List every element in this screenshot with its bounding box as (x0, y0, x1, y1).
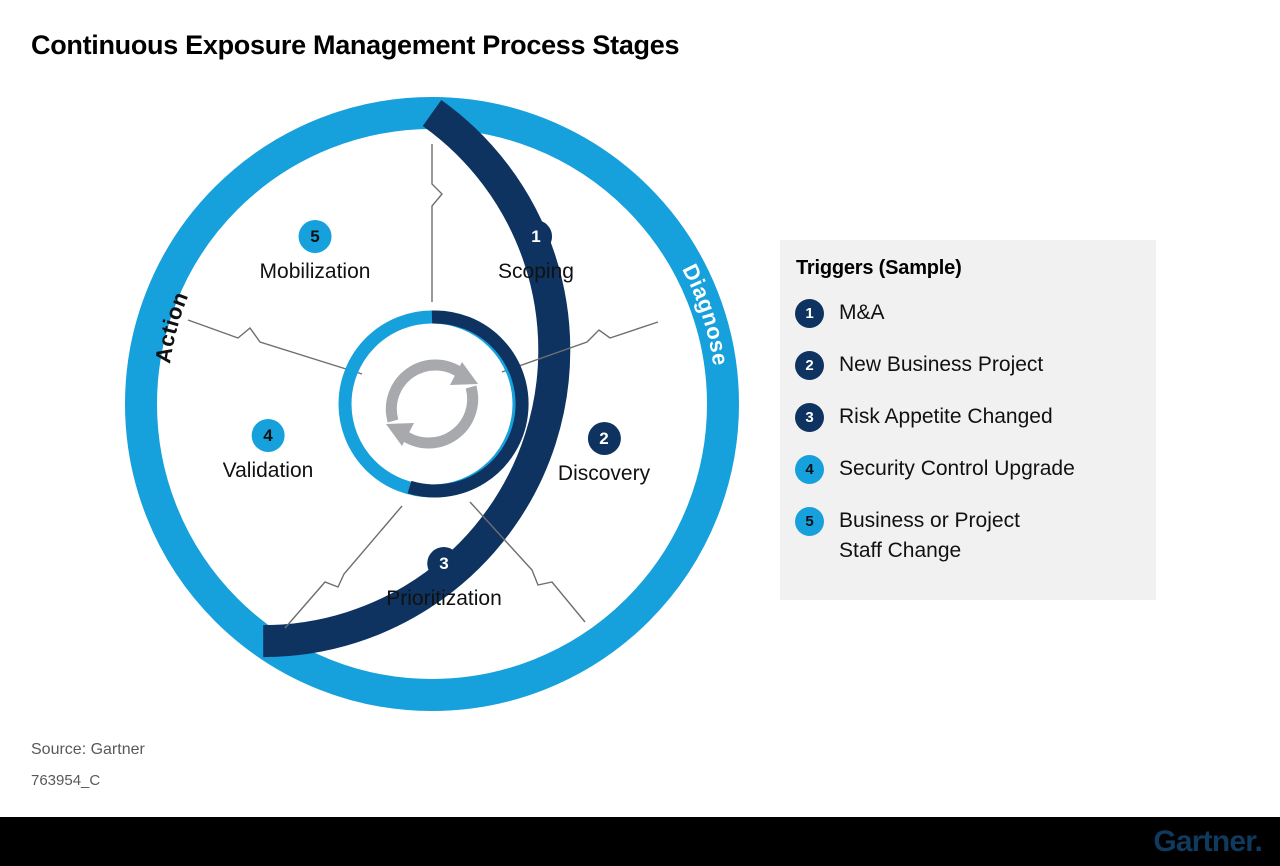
list-item[interactable]: 4 Security Control Upgrade (795, 454, 1146, 484)
list-item[interactable]: 3 Risk Appetite Changed (795, 402, 1146, 432)
legend-item-label: Risk Appetite Changed (839, 405, 1053, 428)
stage-label-mobilization: Mobilization (259, 260, 371, 283)
stage-badge-2: 2 (587, 422, 621, 455)
stage-label-scoping: Scoping (498, 260, 574, 283)
refresh-cycle-icon (385, 359, 479, 449)
legend-badge-2: 2 (795, 351, 824, 380)
legend-list: 1 M&A 2 New Business Project 3 Risk Appe… (795, 298, 1146, 588)
stage-node-discovery[interactable]: 2 Discovery (558, 422, 650, 484)
source-attribution: Source: Gartner (31, 741, 145, 758)
stage-badge-3: 3 (427, 547, 461, 580)
source-code: 763954_C (31, 771, 101, 789)
legend-badge-5: 5 (795, 507, 824, 536)
stage-label-discovery: Discovery (557, 462, 651, 485)
diagram-canvas: Diagnose Action (125, 97, 739, 711)
legend-badge-1: 1 (795, 299, 824, 328)
stage-node-mobilization[interactable]: 5 Mobilization (259, 220, 371, 283)
gartner-logo: Gartner. (1153, 825, 1262, 858)
legend-item-label: M&A (839, 301, 885, 324)
stage-badge-5: 5 (298, 220, 332, 253)
list-item[interactable]: 5 Business or Project Staff Change (795, 506, 1146, 566)
source-block: Source: Gartner 763954_C (31, 738, 145, 792)
legend-item-label: Security Control Upgrade (839, 457, 1075, 480)
footer-bar: Gartner. (0, 817, 1280, 866)
stage-node-validation[interactable]: 4 Validation (222, 419, 314, 482)
process-cycle-diagram: Diagnose Action 1 Scoping 2 Discovery 3 … (110, 82, 760, 732)
stage-badge-1: 1 (519, 220, 553, 253)
stage-node-scoping[interactable]: 1 Scoping (498, 220, 574, 282)
legend-item-label: New Business Project (839, 353, 1044, 376)
stage-node-prioritization[interactable]: 3 Prioritization (386, 547, 502, 609)
legend-badge-4: 4 (795, 455, 824, 484)
stage-label-prioritization: Prioritization (386, 587, 502, 610)
list-item[interactable]: 2 New Business Project (795, 350, 1146, 380)
page-title: Continuous Exposure Management Process S… (31, 30, 680, 60)
inner-ring-navy (407, 310, 529, 498)
list-item[interactable]: 1 M&A (795, 298, 1146, 328)
triggers-legend-panel: Triggers (Sample) 1 M&A 2 New Business P… (780, 240, 1156, 600)
legend-title: Triggers (Sample) (796, 257, 962, 279)
stage-badge-4: 4 (251, 419, 285, 452)
legend-badge-3: 3 (795, 403, 824, 432)
legend-item-label: Business or Project Staff Change (839, 509, 1020, 562)
stage-label-validation: Validation (222, 459, 314, 482)
